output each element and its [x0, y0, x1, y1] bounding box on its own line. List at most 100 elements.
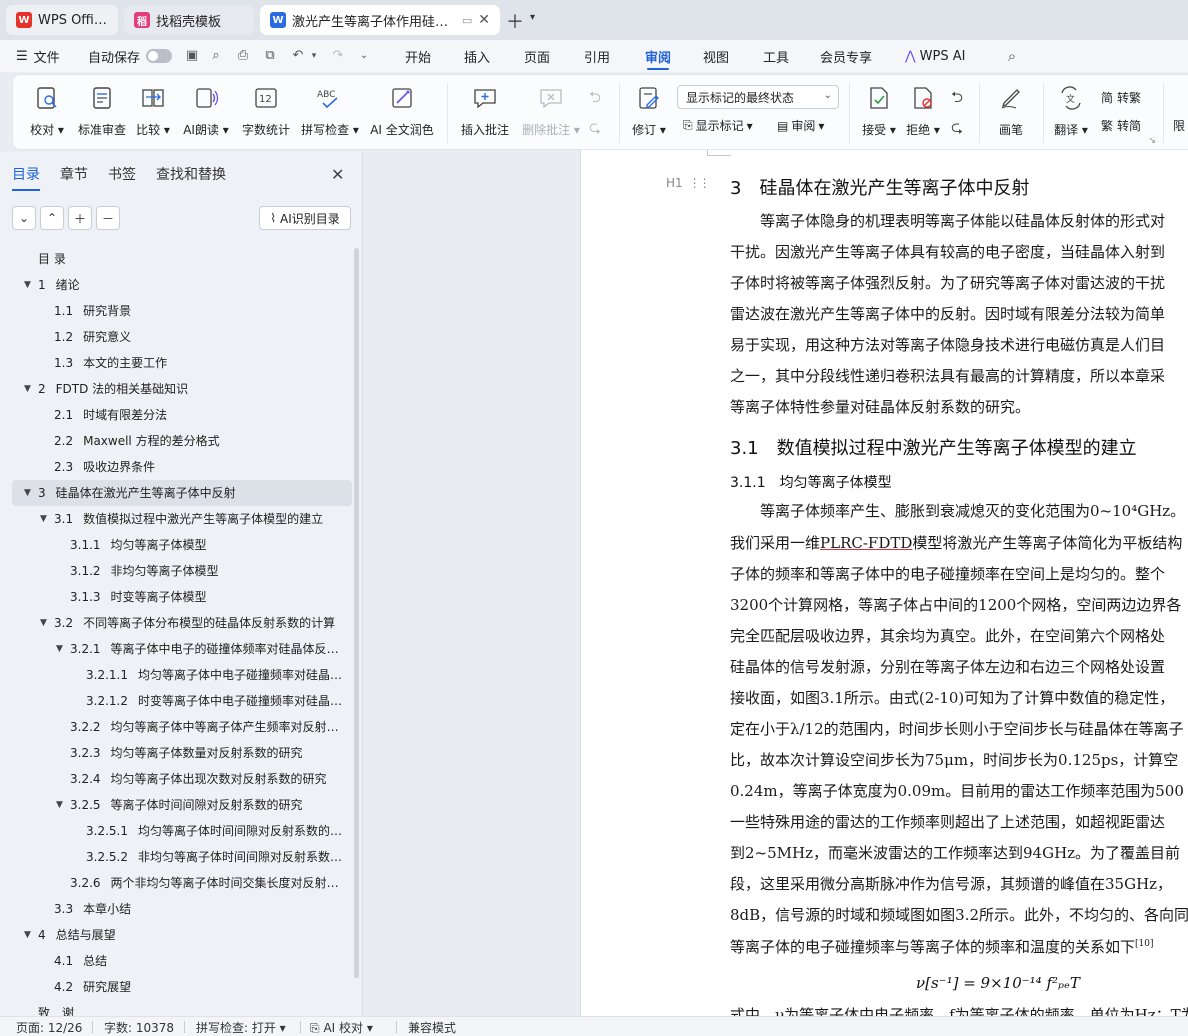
toc-item[interactable]: 1.1 研究背景 [12, 298, 352, 324]
accept-button[interactable]: 接受 ▾ [859, 81, 899, 145]
collapse-all-icon[interactable]: ⌄ [12, 206, 36, 230]
tab-template[interactable]: 稻 找稻壳模板 [124, 5, 254, 35]
toc-item[interactable]: 4.2 研究展望 [12, 974, 352, 1000]
toc-item[interactable]: ▼ 3 硅晶体在激光产生等离子体中反射 [12, 480, 352, 506]
ai-polish-button[interactable]: AI 全文润色 [369, 81, 435, 145]
restrict-editing-button[interactable]: 限 [1173, 117, 1185, 134]
tab-page[interactable]: 页面 [524, 40, 550, 72]
tab-home[interactable]: 开始 [405, 40, 431, 72]
tab-document[interactable]: W 激光产生等离子体作用硅晶体 ▭ ✕ [260, 5, 500, 35]
toc-item[interactable]: 3.2.5.2 非均匀等离子体时间间隙对反射系数的研究 [12, 844, 352, 870]
toc-item[interactable]: 3.1.1 均匀等离子体模型 [12, 532, 352, 558]
word-count-button[interactable]: 12 字数统计 [239, 81, 293, 145]
tab-view[interactable]: 视图 [703, 40, 729, 72]
expand-arrow-icon[interactable]: ▼ [56, 636, 63, 662]
reject-button[interactable]: 拒绝 ▾ [903, 81, 943, 145]
file-menu[interactable]: ☰ 文件 [16, 40, 60, 72]
toc-item[interactable]: 目 录 [12, 246, 352, 272]
toc-item[interactable]: 1.2 研究意义 [12, 324, 352, 350]
nav-tab-chapters[interactable]: 章节 [60, 164, 88, 189]
toc-item[interactable]: 3.2.2 均匀等离子体中等离子体产生频率对反射系数的影响 [12, 714, 352, 740]
export-icon[interactable]: ⌕ [208, 48, 224, 64]
expand-arrow-icon[interactable]: ▼ [40, 610, 47, 636]
ai-read-button[interactable]: AI朗读 ▾ [179, 81, 233, 145]
spell-flagged-word[interactable]: PLRC-FDTD [820, 534, 912, 552]
toc-item[interactable]: 2.3 吸收边界条件 [12, 454, 352, 480]
autosave-toggle[interactable]: 自动保存 [88, 40, 173, 72]
expand-corner-icon[interactable]: ↘ [1148, 136, 1156, 146]
toc-item[interactable]: ▼ 3.2.5 等离子体时间间隙对反射系数的研究 [12, 792, 352, 818]
nav-tab-find-replace[interactable]: 查找和替换 [156, 164, 226, 189]
print-preview-icon[interactable]: ⧉ [262, 48, 278, 64]
tab-tools[interactable]: 工具 [763, 40, 789, 72]
translate-button[interactable]: 文 翻译 ▾ [1051, 81, 1091, 145]
toc-item[interactable]: 3.2.3 均匀等离子体数量对反射系数的研究 [12, 740, 352, 766]
print-icon[interactable]: ⎙ [235, 48, 251, 64]
nav-tab-toc[interactable]: 目录 [12, 164, 40, 191]
previous-change-icon[interactable]: ⮌ [951, 87, 963, 112]
redo-icon[interactable]: ↷ [330, 48, 346, 64]
spell-check-status[interactable]: 拼写检查: 打开 ▾ [196, 1019, 286, 1036]
toc-item[interactable]: ▼ 4 总结与展望 [12, 922, 352, 948]
next-change-icon[interactable]: ⮎ [951, 117, 963, 142]
insert-comment-button[interactable]: 插入批注 [459, 81, 511, 145]
window-icon[interactable]: ▭ [462, 14, 472, 27]
chevron-down-icon[interactable]: ▾ [306, 48, 322, 64]
nav-tab-bookmarks[interactable]: 书签 [108, 164, 136, 189]
toc-item[interactable]: 3.2.1.2 时变等离子体中电子碰撞频率对硅晶体反射系数的影响 [12, 688, 352, 714]
proofread-button[interactable]: 校对 ▾ [27, 81, 67, 145]
compare-button[interactable]: 比较 ▾ [133, 81, 173, 145]
toggle-switch[interactable] [146, 49, 173, 63]
tab-wps-office[interactable]: W WPS Office [6, 5, 118, 35]
toc-item[interactable]: 3.1.3 时变等离子体模型 [12, 584, 352, 610]
undo-icon[interactable]: ↶ [290, 48, 306, 64]
show-markup-button[interactable]: ⎘ 显示标记 ▾ [683, 117, 753, 134]
expand-arrow-icon[interactable]: ▼ [24, 272, 31, 298]
markup-display-select[interactable]: 显示标记的最终状态 ⌄ [677, 85, 839, 109]
toc-item[interactable]: 3.2.4 均匀等离子体出现次数对反射系数的研究 [12, 766, 352, 792]
drag-handle-icon[interactable]: ⋮⋮ [689, 176, 711, 190]
citation[interactable]: [10] [1135, 939, 1153, 949]
toc-item[interactable]: ▼ 2 FDTD 法的相关基础知识 [12, 376, 352, 402]
toc-item[interactable]: 3.2.1.1 均匀等离子体中电子碰撞频率对硅晶体反射系数的影响 [12, 662, 352, 688]
toc-item[interactable]: 1.3 本文的主要工作 [12, 350, 352, 376]
ai-proof-status[interactable]: ⎘ AI 校对 ▾ [310, 1019, 373, 1036]
expand-arrow-icon[interactable]: ▼ [24, 922, 31, 948]
toc-item[interactable]: 3.2.5.1 均匀等离子体时间间隙对反射系数的研究 [12, 818, 352, 844]
spell-check-button[interactable]: ABC 拼写检查 ▾ [299, 81, 361, 145]
chevron-down-icon[interactable]: ⌄ [356, 48, 372, 64]
chevron-down-icon[interactable]: ▾ [530, 12, 535, 23]
word-count-status[interactable]: 字数: 10378 [104, 1019, 174, 1036]
expand-arrow-icon[interactable]: ▼ [24, 480, 31, 506]
revise-button[interactable]: 修订 ▾ [629, 81, 669, 145]
search-icon[interactable]: ⌕ [1004, 48, 1020, 64]
save-icon[interactable]: ▣ [184, 48, 200, 64]
to-simplified-button[interactable]: 繁 转简 [1101, 117, 1141, 134]
toc-item[interactable]: 2.2 Maxwell 方程的差分格式 [12, 428, 352, 454]
toc-item[interactable]: 4.1 总结 [12, 948, 352, 974]
toc-item[interactable]: ▼ 1 绪论 [12, 272, 352, 298]
next-comment-icon[interactable]: ⮎ [589, 117, 601, 142]
tab-review[interactable]: 审阅 [645, 40, 671, 72]
toc-item[interactable]: 3.3 本章小结 [12, 896, 352, 922]
tab-insert[interactable]: 插入 [464, 40, 490, 72]
pen-button[interactable]: 画笔 [991, 81, 1031, 145]
new-tab-icon[interactable]: ＋ [506, 8, 524, 34]
add-heading-icon[interactable]: ＋ [68, 206, 92, 230]
toc-item[interactable]: 3.2.6 两个非均匀等离子体时间交集长度对反射系数的研究 [12, 870, 352, 896]
expand-arrow-icon[interactable]: ▼ [24, 376, 31, 402]
toc-item[interactable]: ▼ 3.2 不同等离子体分布模型的硅晶体反射系数的计算 [12, 610, 352, 636]
review-pane-button[interactable]: ▤ 审阅 ▾ [777, 117, 824, 134]
toc-item[interactable]: ▼ 3.1 数值模拟过程中激光产生等离子体模型的建立 [12, 506, 352, 532]
close-icon[interactable]: ✕ [331, 165, 344, 184]
heading-tools[interactable]: H1 ⋮⋮ [666, 176, 711, 190]
toc-item[interactable]: ▼ 3.2.1 等离子体中电子的碰撞体频率对硅晶体反射系数的影响 [12, 636, 352, 662]
delete-comment-button[interactable]: 删除批注 ▾ [519, 81, 583, 145]
expand-arrow-icon[interactable]: ▼ [56, 792, 63, 818]
to-traditional-button[interactable]: 简 转繁 [1101, 89, 1141, 106]
nav-scrollbar[interactable] [354, 248, 359, 978]
expand-arrow-icon[interactable]: ▼ [40, 506, 47, 532]
previous-comment-icon[interactable]: ⮌ [589, 87, 601, 112]
tab-wps-ai[interactable]: ⋀ WPS AI [905, 40, 965, 72]
ai-toc-button[interactable]: ⌇ AI识别目录 [259, 206, 351, 230]
